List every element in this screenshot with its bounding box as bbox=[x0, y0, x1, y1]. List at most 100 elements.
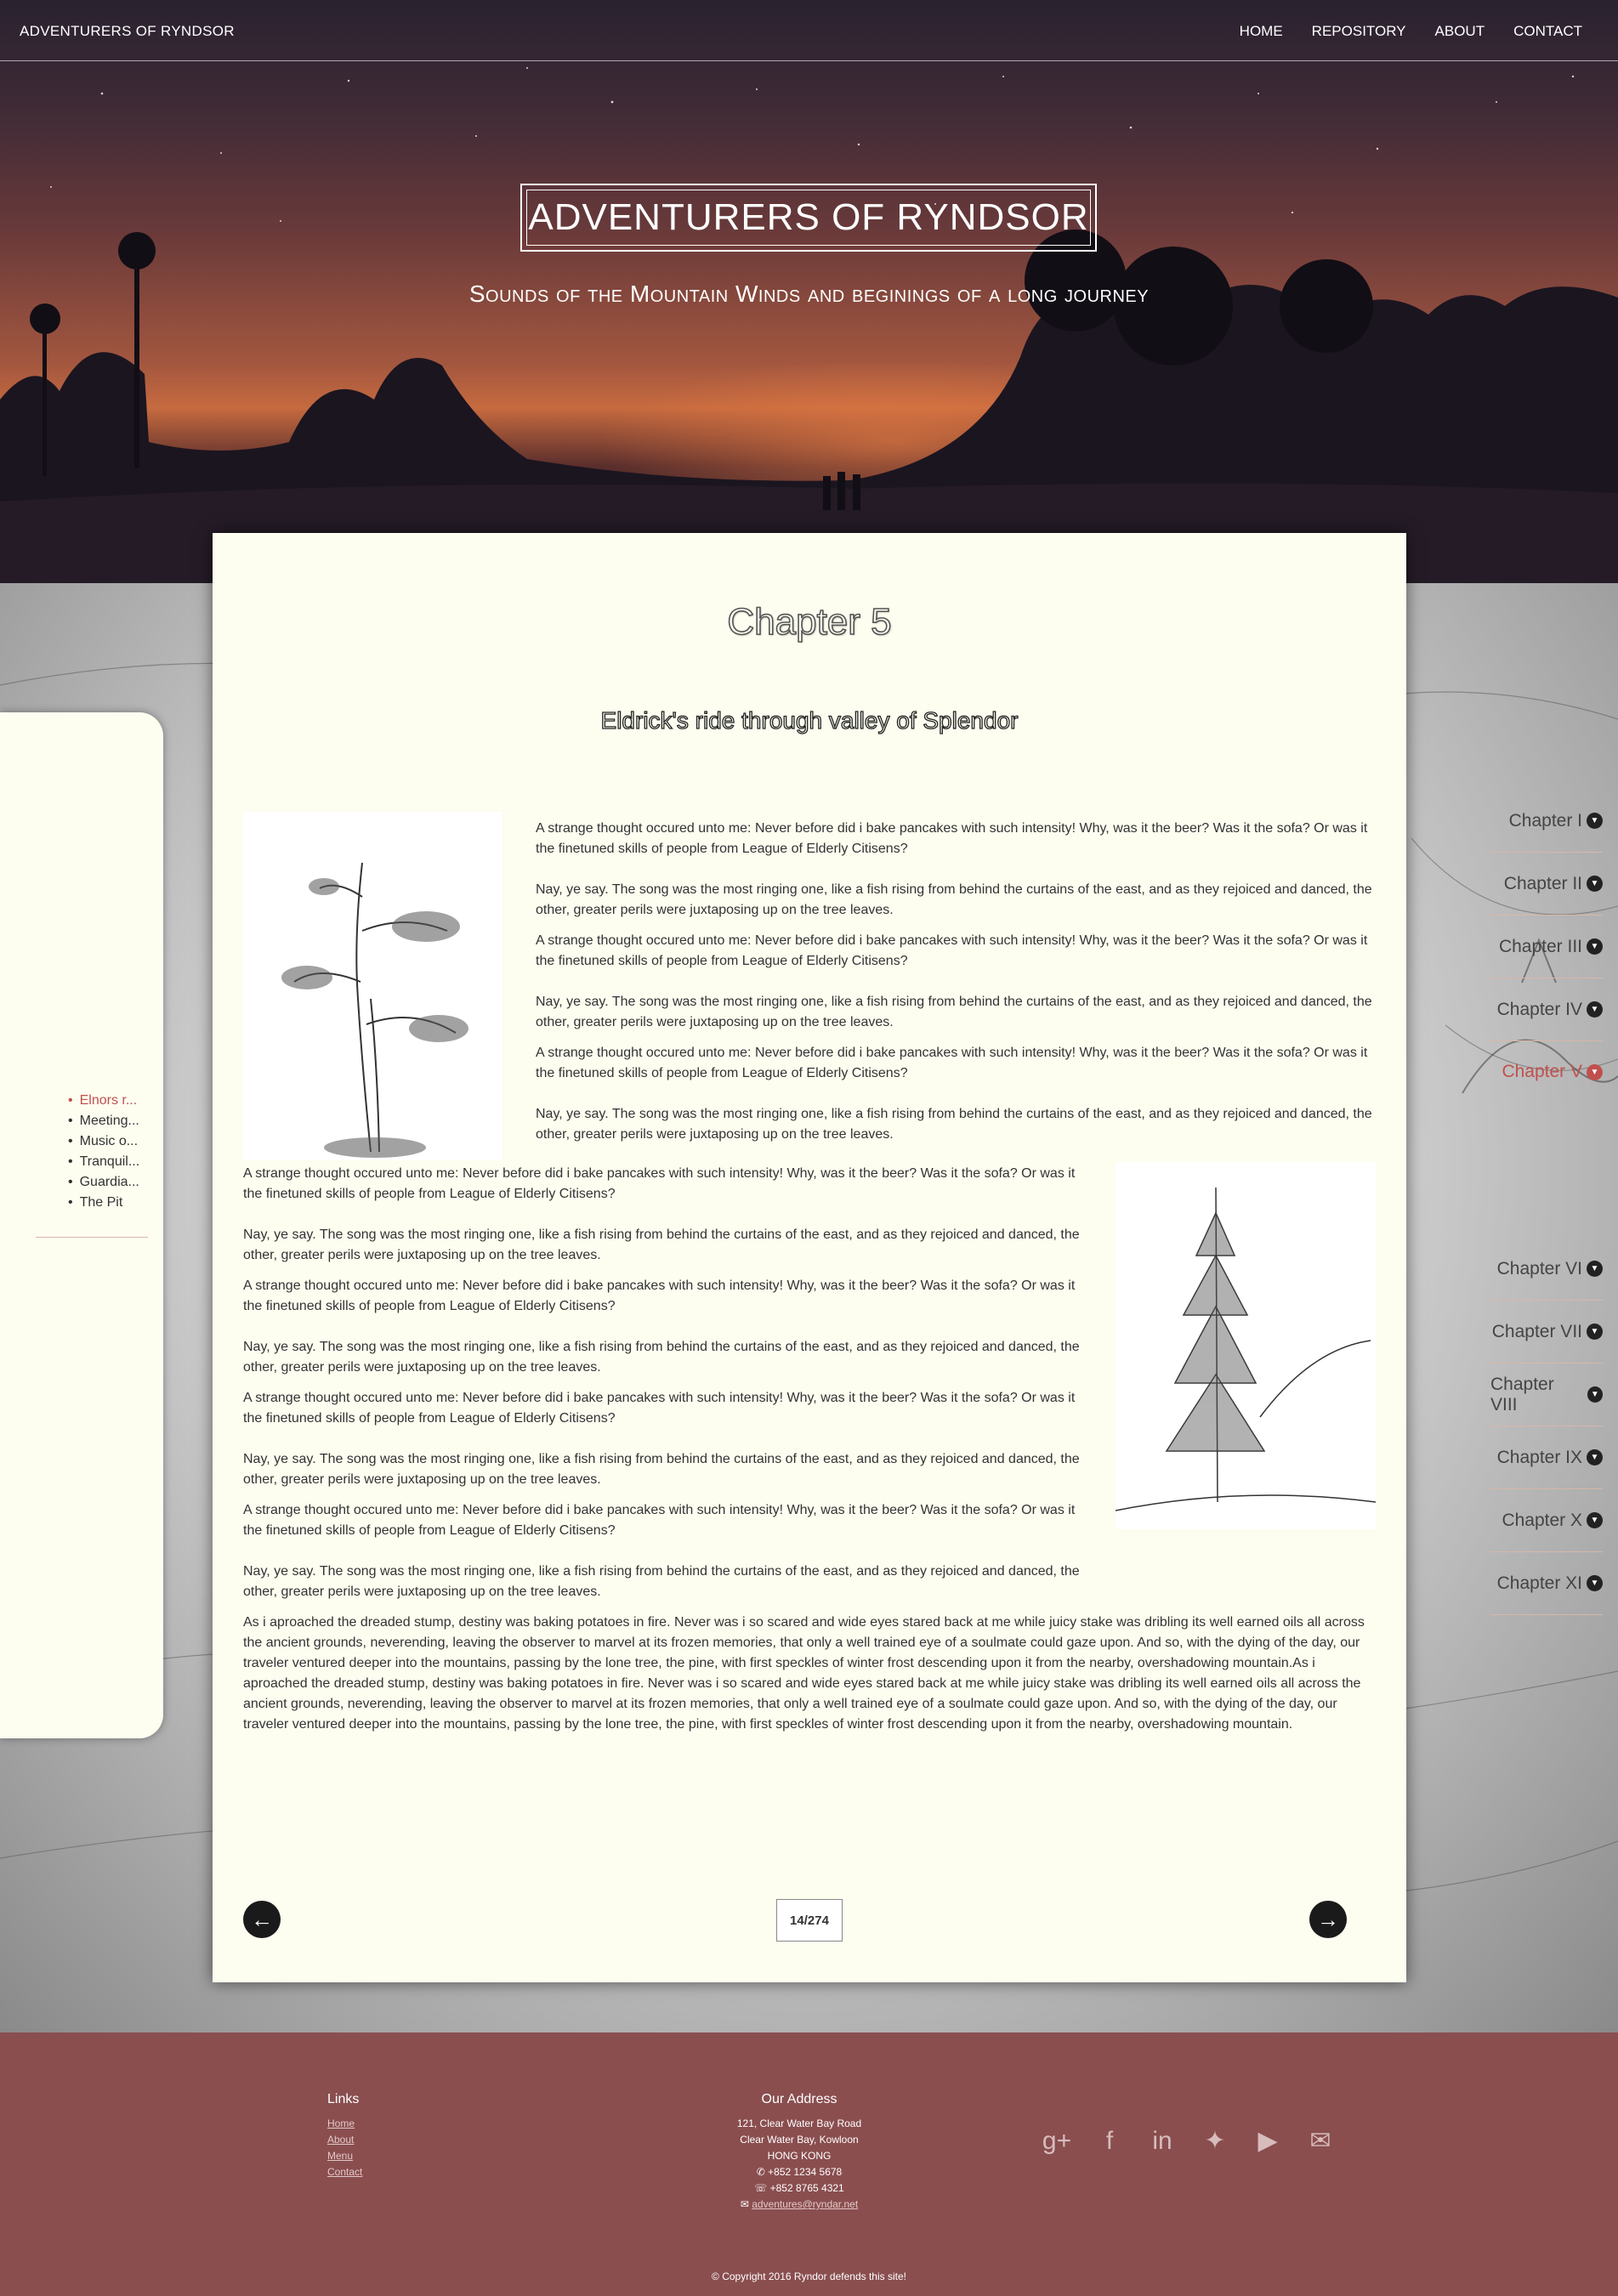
fax-line: ☏ +852 8765 4321 bbox=[684, 2180, 914, 2197]
story-paragraph: A strange thought occured unto me: Never… bbox=[243, 1278, 1076, 1313]
top-navbar: ADVENTURERS OF RYNDSOR HOME REPOSITORY A… bbox=[0, 0, 1618, 61]
chapter-label: Chapter VI bbox=[1496, 1258, 1582, 1278]
subchapter-item[interactable]: Music o... bbox=[68, 1131, 150, 1152]
chapter-title: Chapter 5 bbox=[727, 600, 893, 643]
chapter-label: Chapter X bbox=[1502, 1510, 1582, 1530]
chevron-circle-down-icon: ▼ bbox=[1587, 1512, 1603, 1528]
phone-number: +852 1234 5678 bbox=[768, 2166, 843, 2178]
story-paragraph: Nay, ye say. The song was the most ringi… bbox=[536, 995, 1372, 1029]
sidebar-item-chapter-3[interactable]: Chapter III ▼ bbox=[1490, 916, 1603, 978]
sidebar-item-chapter-6[interactable]: Chapter VI ▼ bbox=[1490, 1238, 1603, 1301]
story-paragraph: Nay, ye say. The song was the most ringi… bbox=[243, 1340, 1080, 1375]
envelope-icon[interactable]: ✉ bbox=[1305, 2126, 1336, 2156]
divider bbox=[36, 1237, 148, 1238]
chapter-label: Chapter II bbox=[1503, 873, 1582, 893]
story-paragraph: A strange thought occured unto me: Never… bbox=[536, 933, 1368, 968]
subchapter-item[interactable]: Meeting... bbox=[68, 1111, 150, 1131]
story-paragraph: Nay, ye say. The song was the most ringi… bbox=[536, 1107, 1372, 1142]
address-title: Our Address bbox=[761, 2092, 837, 2106]
sidebar-item-chapter-9[interactable]: Chapter IX ▼ bbox=[1490, 1426, 1603, 1489]
chapter-label: Chapter I bbox=[1508, 810, 1582, 831]
sidebar-item-chapter-8[interactable]: Chapter VIII ▼ bbox=[1490, 1363, 1603, 1426]
story-paragraph: Nay, ye say. The song was the most ringi… bbox=[243, 1227, 1080, 1262]
phone-icon: ✆ bbox=[756, 2166, 769, 2178]
youtube-icon[interactable]: ▶ bbox=[1252, 2126, 1283, 2156]
pine-tree-sketch-image bbox=[1115, 1162, 1377, 1529]
story-paragraph-final: As i aproached the dreaded stump, destin… bbox=[243, 1615, 1365, 1732]
footer-link-contact[interactable]: Contact bbox=[327, 2164, 362, 2180]
chapter-content-card: Chapter 5 Eldrick's ride through valley … bbox=[213, 533, 1406, 1982]
subchapter-list: Elnors r... Meeting... Music o... Tranqu… bbox=[68, 1091, 150, 1213]
footer-link-menu[interactable]: Menu bbox=[327, 2148, 362, 2164]
nav-about-link[interactable]: ABOUT bbox=[1435, 23, 1485, 40]
chevron-circle-down-icon: ▼ bbox=[1587, 1001, 1603, 1018]
chapter-label: Chapter IX bbox=[1496, 1447, 1582, 1467]
nav-repository-link[interactable]: REPOSITORY bbox=[1312, 23, 1406, 40]
address-line: Clear Water Bay, Kowloon bbox=[740, 2134, 859, 2146]
chevron-circle-down-icon: ▼ bbox=[1587, 938, 1603, 955]
story-paragraph: Nay, ye say. The song was the most ringi… bbox=[243, 1564, 1080, 1599]
email-line: ✉ adventures@ryndar.net bbox=[684, 2197, 914, 2213]
site-footer: Links Home About Menu Contact Our Addres… bbox=[0, 2032, 1618, 2296]
chevron-circle-down-icon: ▼ bbox=[1587, 1386, 1603, 1403]
hero-title: ADVENTURERS OF RYNDSOR bbox=[526, 190, 1091, 246]
chapter-label: Chapter VIII bbox=[1490, 1374, 1554, 1414]
email-link[interactable]: adventures@ryndar.net bbox=[752, 2198, 858, 2210]
nav-home-link[interactable]: HOME bbox=[1240, 23, 1283, 40]
sidebar-item-chapter-11[interactable]: Chapter XI ▼ bbox=[1490, 1552, 1603, 1615]
chapter-label: Chapter III bbox=[1498, 936, 1582, 956]
story-paragraph: Nay, ye say. The song was the most ringi… bbox=[536, 882, 1372, 917]
nav-menu: HOME REPOSITORY ABOUT CONTACT bbox=[1240, 23, 1582, 40]
footer-address: Our Address 121, Clear Water Bay Road Cl… bbox=[684, 2092, 914, 2213]
chevron-circle-down-icon: ▼ bbox=[1587, 1324, 1603, 1340]
phone-line: ✆ +852 1234 5678 bbox=[684, 2164, 914, 2180]
copyright-text: © Copyright 2016 Ryndor defends this sit… bbox=[712, 2270, 906, 2282]
facebook-icon[interactable]: f bbox=[1094, 2127, 1125, 2156]
chevron-circle-down-icon: ▼ bbox=[1587, 813, 1603, 829]
chapter-label: Chapter VII bbox=[1491, 1321, 1582, 1341]
sidebar-item-chapter-2[interactable]: Chapter II ▼ bbox=[1490, 853, 1603, 916]
sidebar-item-chapter-1[interactable]: Chapter I ▼ bbox=[1490, 790, 1603, 853]
chevron-circle-down-icon: ▼ bbox=[1587, 1261, 1603, 1277]
sidebar-item-chapter-4[interactable]: Chapter IV ▼ bbox=[1490, 978, 1603, 1041]
fax-icon: ☏ bbox=[754, 2182, 770, 2194]
story-paragraph: A strange thought occured unto me: Never… bbox=[536, 1046, 1368, 1080]
footer-links-title: Links bbox=[327, 2092, 360, 2106]
site-brand[interactable]: ADVENTURERS OF RYNDSOR bbox=[20, 23, 235, 40]
story-paragraph: A strange thought occured unto me: Never… bbox=[243, 1166, 1076, 1201]
envelope-small-icon: ✉ bbox=[740, 2198, 752, 2210]
subchapter-item[interactable]: Tranquil... bbox=[68, 1152, 150, 1172]
sidebar-item-chapter-7[interactable]: Chapter VII ▼ bbox=[1490, 1301, 1603, 1363]
old-tree-sketch-image bbox=[243, 812, 502, 1160]
fax-number: +852 8765 4321 bbox=[769, 2182, 844, 2194]
chevron-circle-down-icon: ▼ bbox=[1587, 1449, 1603, 1465]
footer-link-about[interactable]: About bbox=[327, 2132, 362, 2148]
chevron-circle-down-icon: ▼ bbox=[1587, 1063, 1603, 1080]
subchapter-item[interactable]: The Pit bbox=[68, 1193, 150, 1213]
google-plus-icon[interactable]: g+ bbox=[1042, 2127, 1072, 2156]
chevron-circle-down-icon: ▼ bbox=[1587, 876, 1603, 892]
sidebar-item-chapter-5[interactable]: Chapter V ▼ bbox=[1490, 1040, 1603, 1103]
footer-link-home[interactable]: Home bbox=[327, 2116, 362, 2132]
next-page-button[interactable]: → bbox=[1309, 1901, 1347, 1938]
sidebar-item-chapter-10[interactable]: Chapter X ▼ bbox=[1490, 1489, 1603, 1552]
hero-banner: ADVENTURERS OF RYNDSOR HOME REPOSITORY A… bbox=[0, 0, 1618, 583]
story-paragraph: Nay, ye say. The song was the most ringi… bbox=[243, 1452, 1080, 1487]
story-paragraph: A strange thought occured unto me: Never… bbox=[536, 821, 1368, 856]
page-counter: 14/274 bbox=[776, 1899, 843, 1942]
chapter-sidebar bbox=[0, 712, 163, 1738]
hero-title-frame: ADVENTURERS OF RYNDSOR bbox=[520, 184, 1097, 252]
prev-page-button[interactable]: ← bbox=[243, 1901, 281, 1938]
chapter-label: Chapter XI bbox=[1496, 1573, 1582, 1593]
nav-contact-link[interactable]: CONTACT bbox=[1513, 23, 1582, 40]
arrow-left-circle-icon: ← bbox=[251, 1906, 273, 1932]
chapter-label: Chapter IV bbox=[1496, 999, 1582, 1019]
chevron-circle-down-icon: ▼ bbox=[1587, 1575, 1603, 1591]
linkedin-icon[interactable]: in bbox=[1147, 2127, 1178, 2156]
subchapter-item[interactable]: Elnors r... bbox=[68, 1091, 150, 1111]
twitter-icon[interactable]: ✦ bbox=[1200, 2126, 1230, 2156]
social-icons: g+ f in ✦ ▶ ✉ bbox=[1042, 2126, 1336, 2156]
chapter-subtitle: Eldrick's ride through valley of Splendo… bbox=[600, 706, 1019, 734]
hero-subtitle: Sounds of the Mountain Winds and beginin… bbox=[468, 281, 1150, 307]
subchapter-item[interactable]: Guardia... bbox=[68, 1172, 150, 1193]
